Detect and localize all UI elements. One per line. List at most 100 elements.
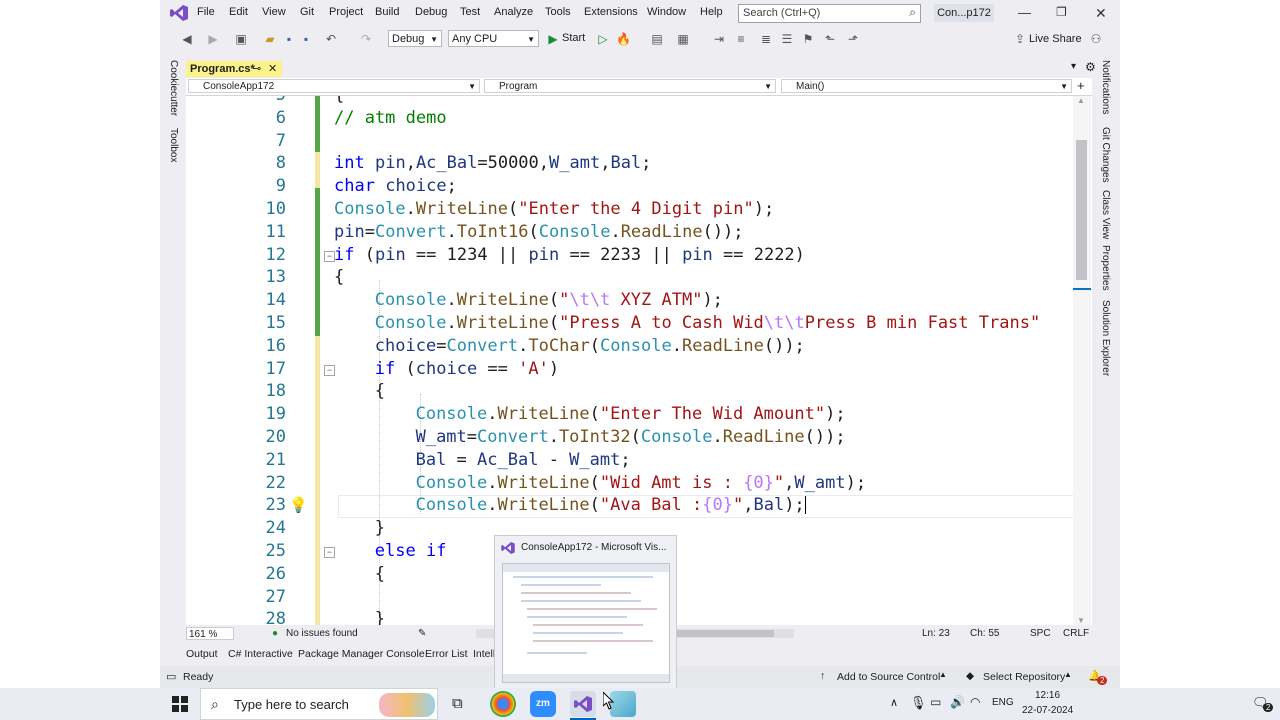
menu-test[interactable]: Test [460, 6, 480, 18]
line-number-status[interactable]: Ln: 23 [922, 628, 950, 639]
toolbar-icon-a[interactable]: ▤ [650, 32, 664, 46]
redo-icon[interactable]: ↷ [359, 32, 373, 46]
back-icon[interactable]: ◀ [180, 32, 194, 46]
code-line[interactable]: 17 if (choice == 'A') [186, 358, 1092, 381]
code-line[interactable]: 10 Console.WriteLine("Enter the 4 Digit p… [186, 198, 1092, 221]
menu-git[interactable]: Git [300, 6, 314, 18]
menu-debug[interactable]: Debug [415, 6, 447, 18]
member-dropdown[interactable]: Main() ▼ [781, 79, 1072, 93]
microphone-icon[interactable]: 🎙 [910, 695, 927, 711]
package-manager-console-tab[interactable]: Package Manager Console [298, 648, 425, 660]
code-line[interactable]: 16 choice=Convert.ToChar(Console.ReadLine… [186, 335, 1092, 358]
menu-help[interactable]: Help [700, 6, 723, 18]
open-icon[interactable]: ▰ [263, 32, 277, 46]
clock-date[interactable]: 22-07-2024 [1022, 705, 1073, 716]
wifi-icon[interactable]: ◠ [970, 695, 980, 709]
save-icon[interactable]: ▪ [282, 32, 296, 46]
column-status[interactable]: Ch: 55 [970, 628, 999, 639]
class-dropdown[interactable]: Program ▼ [484, 79, 776, 93]
menu-window[interactable]: Window [647, 6, 686, 18]
zoom-dropdown[interactable]: 161 % [186, 627, 234, 640]
menu-project[interactable]: Project [329, 6, 363, 18]
code-line[interactable]: 11 pin=Convert.ToInt16(Console.ReadLine()… [186, 221, 1092, 244]
scrollbar-thumb[interactable] [1076, 140, 1087, 280]
tab-overflow-icon[interactable]: ▾ [1071, 61, 1076, 72]
input-language[interactable]: ENG [992, 697, 1014, 708]
code-line[interactable]: 13 { [186, 266, 1092, 289]
save-all-icon[interactable]: ▪ [299, 32, 313, 46]
visual-studio-taskbar-icon[interactable] [570, 691, 596, 717]
code-line[interactable]: 18 { [186, 380, 1092, 403]
cookiecutter-tab[interactable]: Cookiecutter [168, 60, 179, 116]
close-icon[interactable]: ✕ [1095, 5, 1107, 22]
project-dropdown[interactable]: ConsoleApp172 ▼ [188, 79, 480, 93]
error-list-tab[interactable]: Error List [425, 648, 468, 660]
editor-vertical-scrollbar[interactable]: ▲ ▼ [1073, 96, 1091, 625]
start-play-icon[interactable]: ▶ [546, 32, 560, 46]
start-without-debugging-icon[interactable]: ▷ [596, 32, 610, 46]
menu-view[interactable]: View [262, 6, 286, 18]
code-line[interactable]: 7 [186, 130, 1092, 153]
taskbar-search-box[interactable]: ⌕ Type here to search [200, 688, 438, 720]
add-to-source-control-button[interactable]: Add to Source Control [837, 671, 940, 683]
taskbar-window-thumbnail[interactable]: ConsoleApp172 - Microsoft Vis... [494, 535, 677, 689]
show-hidden-icons-chevron-icon[interactable]: ∧ [890, 696, 898, 709]
solution-name-badge[interactable]: Con...p172 [934, 4, 994, 22]
toolbar-icon-d[interactable]: ≡ [734, 32, 748, 46]
start-button[interactable]: Start [562, 32, 585, 44]
code-line[interactable]: 19 Console.WriteLine("Enter The Wid Amoun… [186, 403, 1092, 426]
class-view-tab[interactable]: Class View [1100, 190, 1111, 239]
chrome-icon[interactable] [490, 691, 516, 717]
menu-tools[interactable]: Tools [545, 6, 571, 18]
battery-icon[interactable]: ▭ [930, 695, 941, 709]
pin-tab-icon[interactable]: ⊸ [252, 61, 261, 77]
forward-icon[interactable]: ▶ [206, 32, 220, 46]
code-line[interactable]: 21 Bal = Ac_Bal - W_amt; [186, 449, 1092, 472]
code-line[interactable]: 12 if (pin == 1234 || pin == 2233 || pin … [186, 244, 1092, 267]
restore-icon[interactable]: ❐ [1056, 5, 1067, 19]
code-line[interactable]: 8 int pin,Ac_Bal=50000,W_amt,Bal; [186, 152, 1092, 175]
csharp-interactive-tab[interactable]: C# Interactive [228, 648, 293, 660]
code-line[interactable]: 15 Console.WriteLine("Press A to Cash Wid… [186, 312, 1092, 335]
split-window-icon[interactable]: + [1077, 78, 1085, 93]
toolbox-tab[interactable]: Toolbox [168, 128, 179, 162]
volume-icon[interactable]: 🔊 [950, 695, 965, 709]
windows-start-icon[interactable] [172, 696, 188, 712]
output-tab[interactable]: Output [186, 648, 218, 660]
menu-build[interactable]: Build [375, 6, 399, 18]
select-repository-button[interactable]: Select Repository [983, 671, 1065, 683]
line-ending-status[interactable]: CRLF [1063, 628, 1089, 639]
code-line[interactable]: 23 Console.WriteLine("Ava Bal :{0}",Bal); [186, 494, 1092, 517]
hot-reload-icon[interactable]: 🔥 [616, 32, 631, 46]
code-line[interactable]: 20 W_amt=Convert.ToInt32(Console.ReadLine… [186, 426, 1092, 449]
solution-explorer-tab[interactable]: Solution Explorer [1100, 300, 1111, 376]
live-share-icon[interactable]: ⇪ [1013, 32, 1027, 46]
close-tab-icon[interactable]: ✕ [268, 61, 277, 77]
toolbar-icon-b[interactable]: ▦ [676, 32, 690, 46]
uncomment-icon[interactable]: ☰ [780, 32, 794, 46]
minimize-icon[interactable]: — [1018, 5, 1031, 20]
git-changes-tab[interactable]: Git Changes [1100, 127, 1111, 183]
scroll-up-icon[interactable]: ▲ [1077, 96, 1085, 105]
zoom-app-icon[interactable]: zm [530, 691, 556, 717]
menu-file[interactable]: File [197, 6, 215, 18]
code-line[interactable]: 9 char choice; [186, 175, 1092, 198]
clock-time[interactable]: 12:16 [1035, 690, 1060, 701]
code-line[interactable]: 5{ [186, 96, 1092, 107]
menu-edit[interactable]: Edit [229, 6, 248, 18]
feedback-icon[interactable]: ⚇ [1089, 32, 1103, 46]
toolbar-icon-c[interactable]: ⇥ [712, 32, 726, 46]
live-share-button[interactable]: Live Share [1029, 33, 1082, 45]
code-line[interactable]: 22 Console.WriteLine("Wid Amt is : {0}",W… [186, 472, 1092, 495]
comment-icon[interactable]: ≣ [759, 32, 773, 46]
document-tab-program-cs[interactable]: Program.cs* ⊸ ✕ [186, 61, 282, 77]
bookmark-prev-icon[interactable]: ⬑ [823, 32, 837, 46]
scroll-down-icon[interactable]: ▼ [1077, 616, 1085, 625]
intellicode-tab[interactable]: Intell [473, 648, 495, 660]
brush-icon[interactable]: ✎ [418, 628, 426, 639]
properties-tab[interactable]: Properties [1100, 245, 1111, 291]
search-input[interactable]: Search (Ctrl+Q) ⌕ [738, 4, 921, 23]
bookmark-next-icon[interactable]: ⬏ [846, 32, 860, 46]
code-line[interactable]: 6 // atm demo [186, 107, 1092, 130]
horizontal-scrollbar-thumb[interactable] [672, 630, 774, 637]
